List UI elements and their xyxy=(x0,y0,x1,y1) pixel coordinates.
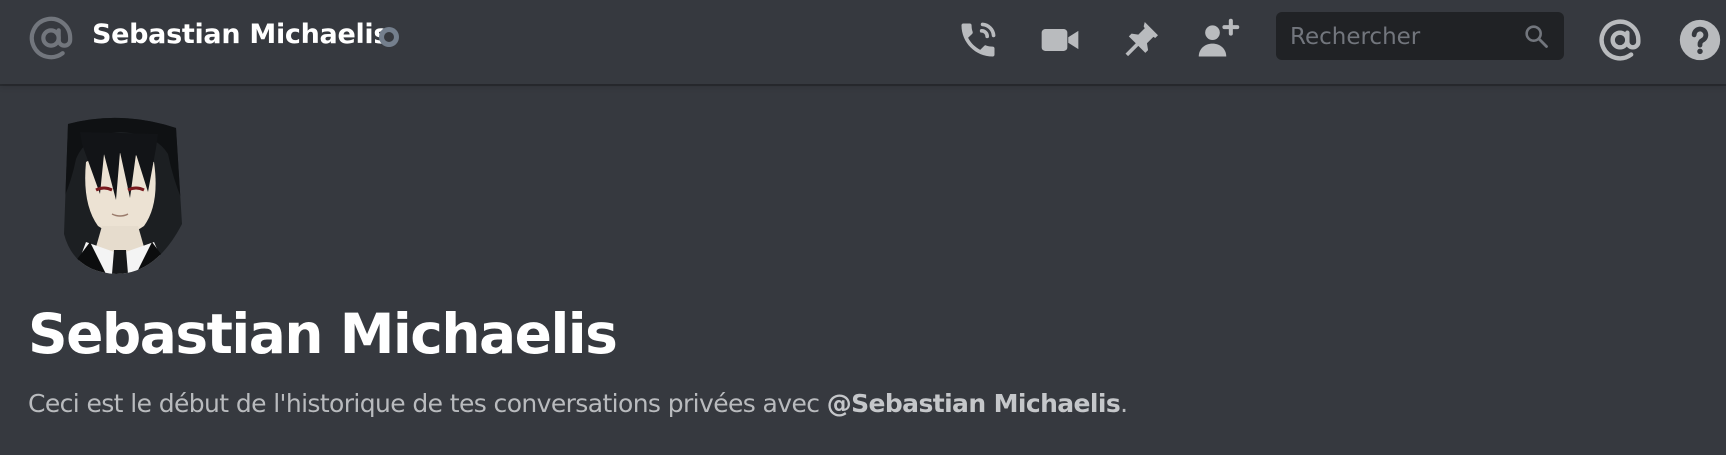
intro-suffix: . xyxy=(1120,389,1128,418)
channel-name: Sebastian Michaelis xyxy=(92,19,390,50)
conversation-intro: Ceci est le début de l'historique de tes… xyxy=(28,386,1128,422)
profile-display-name: Sebastian Michaelis xyxy=(28,302,618,366)
help-icon[interactable] xyxy=(1678,18,1722,62)
header-bar: Sebastian Michaelis xyxy=(0,0,1726,84)
conversation-area: Sebastian Michaelis Ceci est le début de… xyxy=(0,84,1726,455)
video-camera-icon[interactable] xyxy=(1038,18,1082,62)
add-user-icon[interactable] xyxy=(1196,18,1240,62)
at-sign-icon xyxy=(29,16,73,60)
search-input[interactable] xyxy=(1288,16,1512,58)
user-mention[interactable]: @Sebastian Michaelis xyxy=(827,389,1121,418)
phone-call-icon[interactable] xyxy=(956,18,1000,62)
intro-text: Ceci est le début de l'historique de tes… xyxy=(28,389,827,418)
user-avatar xyxy=(64,117,182,274)
search-icon[interactable] xyxy=(1522,22,1550,50)
mentions-icon[interactable] xyxy=(1598,18,1642,62)
search-box[interactable] xyxy=(1276,12,1564,60)
status-indicator xyxy=(379,27,399,47)
pin-icon[interactable] xyxy=(1118,18,1162,62)
